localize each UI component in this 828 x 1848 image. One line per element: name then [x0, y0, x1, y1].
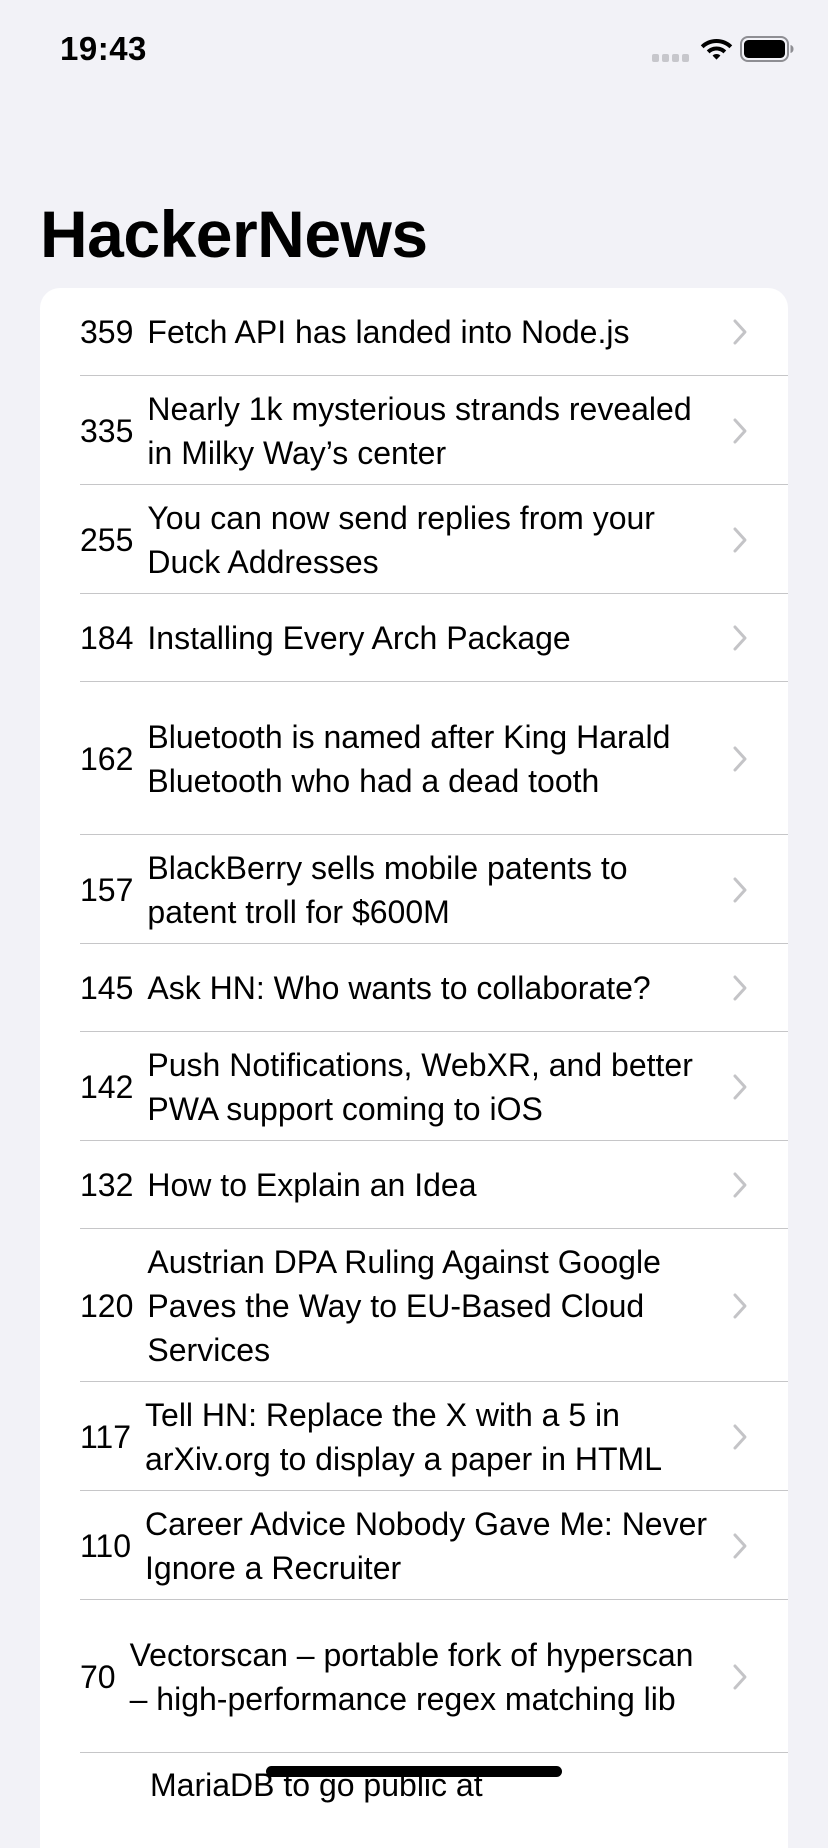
story-row[interactable]: 184 Installing Every Arch Package	[40, 594, 788, 682]
wifi-icon	[700, 39, 733, 60]
story-row[interactable]: 359 Fetch API has landed into Node.js	[40, 288, 788, 376]
story-list: 359 Fetch API has landed into Node.js 33…	[40, 288, 788, 1848]
status-time: 19:43	[60, 30, 147, 67]
story-score: 157	[80, 871, 134, 908]
home-indicator[interactable]	[266, 1766, 562, 1777]
story-title: How to Explain an Idea	[147, 1167, 477, 1203]
chevron-right-icon	[733, 1424, 747, 1449]
story-row[interactable]: 110 Career Advice Nobody Gave Me: Never …	[40, 1491, 788, 1600]
chevron-right-icon	[733, 975, 747, 1001]
story-title: Vectorscan – portable fork of hyperscan …	[129, 1636, 694, 1717]
story-score: 255	[80, 521, 134, 558]
cellular-signal-icon	[652, 54, 689, 62]
story-row[interactable]: 255 You can now send replies from your D…	[40, 485, 788, 594]
story-row[interactable]: 142 Push Notifications, WebXR, and bette…	[40, 1032, 788, 1141]
story-row[interactable]: 145 Ask HN: Who wants to collaborate?	[40, 944, 788, 1032]
story-row[interactable]: 335 Nearly 1k mysterious strands reveale…	[40, 376, 788, 485]
story-score: 70	[80, 1658, 116, 1695]
chevron-right-icon	[733, 746, 747, 771]
story-score: 132	[80, 1167, 134, 1203]
chevron-right-icon	[733, 1533, 747, 1558]
chevron-right-icon	[733, 1172, 747, 1198]
status-bar: 19:43	[0, 0, 828, 100]
story-title: Nearly 1k mysterious strands revealed in…	[147, 390, 692, 471]
chevron-right-icon	[733, 527, 747, 552]
story-title: Fetch API has landed into Node.js	[147, 314, 630, 350]
story-title: Austrian DPA Ruling Against Google Paves…	[147, 1243, 661, 1368]
story-score: 359	[80, 314, 134, 350]
story-score: 145	[80, 970, 134, 1006]
chevron-right-icon	[733, 418, 747, 443]
story-title: Tell HN: Replace the X with a 5 in arXiv…	[145, 1396, 662, 1477]
chevron-right-icon	[733, 877, 747, 902]
story-title: Installing Every Arch Package	[147, 620, 571, 656]
story-row[interactable]: 157 BlackBerry sells mobile patents to p…	[40, 835, 788, 944]
story-score: 120	[80, 1287, 134, 1324]
story-row[interactable]: 162 Bluetooth is named after King Harald…	[40, 682, 788, 835]
chevron-right-icon	[733, 1664, 747, 1689]
story-title: BlackBerry sells mobile patents to paten…	[147, 849, 628, 930]
story-score: 142	[80, 1068, 134, 1105]
page-title: HackerNews	[40, 197, 428, 271]
story-title: Career Advice Nobody Gave Me: Never Igno…	[145, 1505, 708, 1586]
story-score: 184	[80, 620, 134, 656]
chevron-right-icon	[733, 319, 747, 345]
story-row[interactable]: 70 Vectorscan – portable fork of hypersc…	[40, 1600, 788, 1753]
story-title: Bluetooth is named after King Harald Blu…	[147, 718, 671, 799]
battery-icon	[740, 36, 794, 62]
story-score: 335	[80, 412, 134, 449]
story-title: Ask HN: Who wants to collaborate?	[147, 970, 651, 1006]
story-row[interactable]: 120 Austrian DPA Ruling Against Google P…	[40, 1229, 788, 1382]
story-row[interactable]: 117 Tell HN: Replace the X with a 5 in a…	[40, 1382, 788, 1491]
story-score: 110	[80, 1527, 132, 1564]
story-title: Push Notifications, WebXR, and better PW…	[147, 1046, 693, 1127]
chevron-right-icon	[733, 1293, 747, 1318]
story-score: 162	[80, 740, 134, 777]
story-title: You can now send replies from your Duck …	[147, 499, 655, 580]
chevron-right-icon	[733, 1074, 747, 1099]
story-score: 117	[80, 1418, 132, 1455]
story-row[interactable]: 132 How to Explain an Idea	[40, 1141, 788, 1229]
chevron-right-icon	[733, 625, 747, 651]
